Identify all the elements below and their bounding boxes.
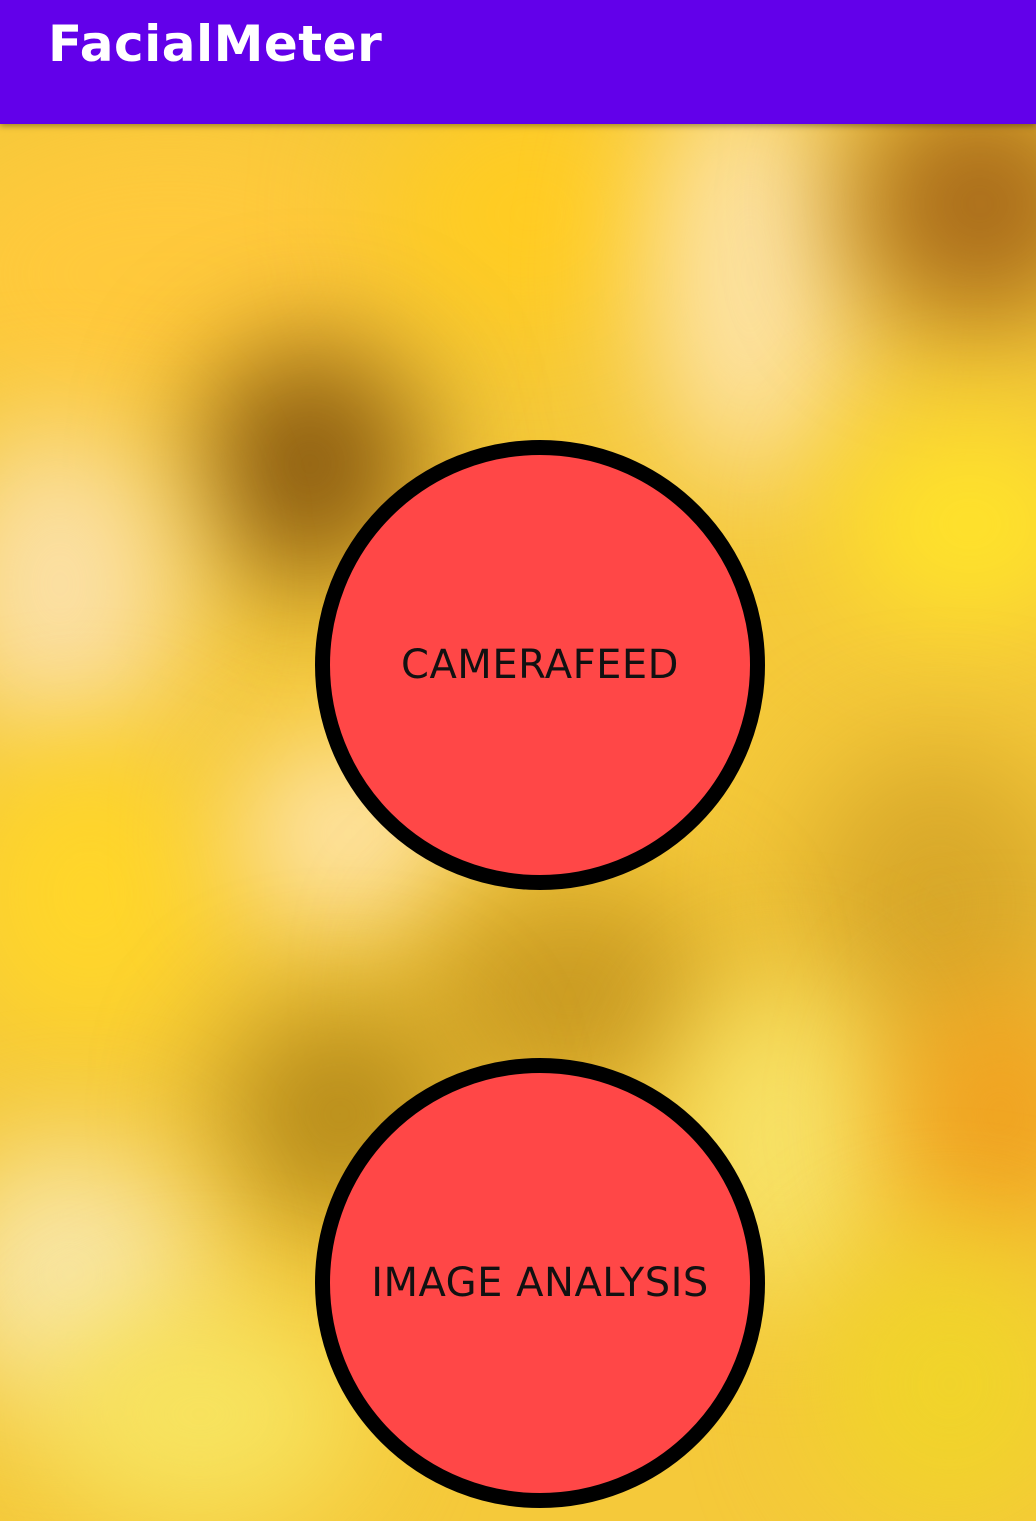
camera-feed-label: CAMERAFEED	[401, 642, 679, 688]
app-bar: FacialMeter	[0, 0, 1036, 124]
image-analysis-label: IMAGE ANALYSIS	[371, 1260, 709, 1306]
camera-feed-button[interactable]: CAMERAFEED	[315, 440, 765, 890]
image-analysis-button[interactable]: IMAGE ANALYSIS	[315, 1058, 765, 1508]
app-title: FacialMeter	[48, 15, 383, 73]
